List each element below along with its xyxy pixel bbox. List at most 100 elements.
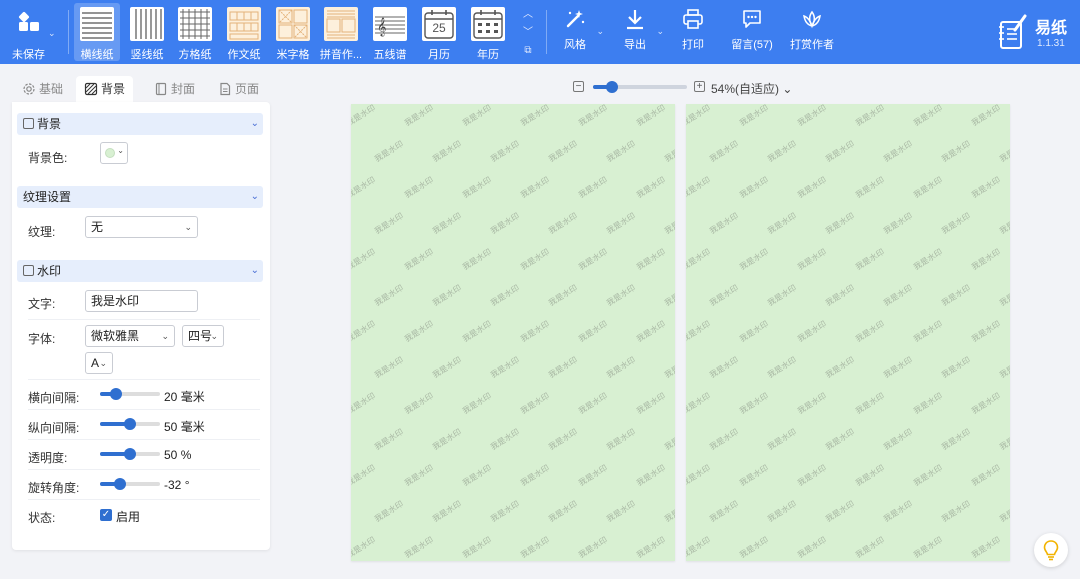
h-spacing-slider[interactable]	[100, 388, 160, 400]
h-spacing-row: 横向间隔: 20 毫米	[28, 382, 260, 410]
watermark-text: 我是水印	[912, 175, 944, 200]
zoom-in-button[interactable]: +	[694, 81, 705, 92]
lotus-icon	[803, 10, 821, 29]
paper-type-month-calendar[interactable]: 25 月历	[416, 3, 462, 61]
texture-select[interactable]: 无 ⌄	[85, 216, 198, 238]
tip-author-button[interactable]: 打赏作者	[788, 8, 836, 58]
chevron-down-icon: ⌄	[48, 28, 56, 38]
tab-cover[interactable]: 封面	[154, 76, 195, 102]
section-texture[interactable]: 纹理设置 ⌄	[17, 186, 263, 208]
watermark-text: 我是水印	[940, 139, 972, 164]
toolbar-divider	[68, 10, 69, 54]
v-spacing-slider[interactable]	[100, 418, 160, 430]
paper-type-label: 年历	[477, 49, 499, 61]
watermark-text: 我是水印	[940, 499, 972, 524]
watermark-text: 我是水印	[635, 104, 667, 128]
watermark-text: 我是水印	[489, 427, 521, 452]
paper-type-year-calendar[interactable]: 年历	[465, 3, 511, 61]
color-swatch	[105, 148, 115, 158]
slider-handle[interactable]	[124, 448, 136, 460]
slider-handle[interactable]	[113, 478, 126, 490]
watermark-text: 我是水印	[708, 211, 740, 236]
watermark-text: 我是水印	[461, 463, 493, 488]
watermark-text: 我是水印	[796, 175, 828, 200]
chevron-up-icon[interactable]: ︿	[520, 6, 536, 24]
gear-icon	[23, 83, 35, 95]
paper-page-2[interactable]: 我是水印 我是水印 我是水印 我是水印 我是水印 我是水印 我是水印 我是水印 我是水印 我是水印…	[686, 104, 1010, 561]
paper-type-mi[interactable]: 米字格	[270, 3, 316, 61]
download-icon	[627, 10, 643, 30]
watermark-text: 我是水印	[998, 427, 1010, 452]
watermark-text: 我是水印	[970, 463, 1002, 488]
watermark-text: 我是水印	[708, 355, 740, 380]
watermark-text: 我是水印	[489, 211, 521, 236]
tab-page[interactable]: 页面	[218, 76, 259, 102]
zoom-out-button[interactable]: −	[573, 81, 584, 92]
calendar-day-number: 25	[432, 21, 446, 35]
style-button[interactable]: 风格 ⌄	[560, 8, 604, 58]
rotation-slider[interactable]	[100, 478, 160, 490]
watermark-text: 我是水印	[738, 175, 770, 200]
paper-type-vertical[interactable]: 竖线纸	[124, 3, 170, 61]
paper-type-grid[interactable]: 方格纸	[172, 3, 218, 61]
section-background[interactable]: 背景 ⌄	[17, 113, 263, 135]
slider-handle[interactable]	[124, 418, 136, 430]
paper-type-horizontal[interactable]: 横线纸	[74, 3, 120, 61]
watermark-text: 我是水印	[373, 499, 405, 524]
watermark-text: 我是水印	[998, 355, 1010, 380]
enabled-checkbox[interactable]: ✓	[100, 509, 112, 521]
slider-handle[interactable]	[110, 388, 123, 400]
expand-icon[interactable]: ⧉	[520, 42, 536, 60]
tips-button[interactable]	[1034, 533, 1068, 567]
unsaved-menu-button[interactable]: 未保存 ⌄	[8, 8, 60, 61]
zoom-level-select[interactable]: 54%(自适应) ⌄	[711, 80, 792, 97]
font-style-select[interactable]: A ⌄	[85, 352, 113, 374]
watermark-text: 我是水印	[351, 391, 377, 416]
export-button[interactable]: 导出 ⌄	[620, 8, 664, 58]
watermark-text: 我是水印	[882, 427, 914, 452]
paper-type-pinyin[interactable]: 拼音作...	[318, 3, 364, 61]
watermark-text-input[interactable]: 我是水印	[85, 290, 198, 312]
tab-label: 封面	[171, 82, 196, 96]
chevron-down-icon: ⌄	[250, 265, 259, 276]
tab-background[interactable]: 背景	[76, 76, 134, 102]
chevron-down-icon[interactable]: ﹀	[520, 24, 536, 42]
watermark-text: 我是水印	[519, 463, 551, 488]
zoom-slider[interactable]	[593, 81, 687, 93]
watermark-text: 我是水印	[882, 139, 914, 164]
watermark-text: 我是水印	[912, 463, 944, 488]
paper-type-label: 横线纸	[80, 49, 114, 61]
watermark-text: 我是水印	[489, 139, 521, 164]
comment-button[interactable]: 留言(57)	[730, 8, 774, 58]
watermark-text: 我是水印	[882, 211, 914, 236]
watermark-text: 我是水印	[431, 211, 463, 236]
watermark-text: 我是水印	[519, 247, 551, 272]
print-button[interactable]: 打印	[678, 8, 708, 58]
watermark-text: 我是水印	[940, 355, 972, 380]
paper-page-1[interactable]: 我是水印 我是水印 我是水印 我是水印 我是水印 我是水印 我是水印 我是水印 我是水印 我是水印…	[351, 104, 675, 561]
watermark-text: 我是水印	[351, 535, 377, 560]
rotation-label: 旋转角度:	[28, 481, 80, 495]
watermark-text: 我是水印	[547, 355, 579, 380]
watermark-text: 我是水印	[738, 463, 770, 488]
paper-type-essay[interactable]: 作文纸	[221, 3, 267, 61]
chevron-down-icon: ⌄	[117, 146, 124, 155]
tab-basic[interactable]: 基础	[22, 76, 63, 102]
bg-color-picker[interactable]: ⌄	[100, 142, 128, 164]
watermark-font-row: 字体: 微软雅黑 ⌄ 四号 ⌄ A ⌄	[28, 322, 260, 380]
tab-label: 基础	[39, 82, 64, 96]
watermark-text: 我是水印	[489, 283, 521, 308]
rotation-readout: -32 °	[164, 478, 190, 492]
image-icon	[23, 265, 34, 276]
watermark-text: 我是水印	[351, 104, 377, 128]
watermark-text: 我是水印	[635, 175, 667, 200]
font-label: 字体:	[28, 332, 56, 346]
font-family-select[interactable]: 微软雅黑 ⌄	[85, 325, 175, 347]
font-size-select[interactable]: 四号 ⌄	[182, 325, 224, 347]
watermark-text: 我是水印	[577, 463, 609, 488]
watermark-text: 我是水印	[605, 139, 637, 164]
slider-handle[interactable]	[605, 81, 618, 93]
section-watermark[interactable]: 水印 ⌄	[17, 260, 263, 282]
paper-type-staff[interactable]: 𝄞 五线谱	[367, 3, 413, 61]
opacity-slider[interactable]	[100, 448, 160, 460]
